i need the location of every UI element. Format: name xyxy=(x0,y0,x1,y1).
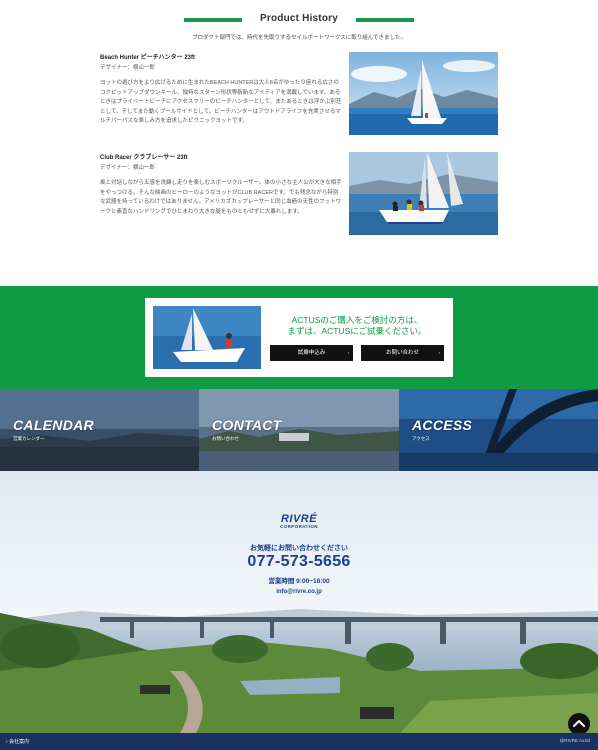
chevron-right-icon: › xyxy=(438,350,440,355)
product-description: 風と対話しながら五感を洗練し走りを楽しむスポーツクルーザー。体の小さな主人公が大… xyxy=(100,180,342,215)
footer: RIVRÉ CORPORATION お気軽にお問い合わせください 077-573… xyxy=(0,471,598,733)
trial-application-button[interactable]: 試乗申込み › xyxy=(270,345,353,361)
trial-banner: ACTUSのご購入をご検討の方は、 まずは、ACTUSにご試乗ください。 試乗申… xyxy=(0,286,598,389)
product-text: Club Racer クラブレーサー 23ft デザイナー：横山一郎 風と対話し… xyxy=(100,152,342,217)
email-link[interactable]: info@rivre.co.jp xyxy=(0,589,598,595)
contact-title: CONTACT xyxy=(212,417,282,433)
logo-sub: CORPORATION xyxy=(280,524,318,529)
trial-banner-box: ACTUSのご購入をご検討の方は、 まずは、ACTUSにご試乗ください。 試乗申… xyxy=(145,298,453,377)
calendar-subtitle: 営業カレンダー xyxy=(13,436,45,441)
product-designer: デザイナー：横山一郎 xyxy=(100,165,155,171)
section-title: Product History xyxy=(259,13,338,24)
beach-hunter-photo xyxy=(349,52,498,135)
access-title: ACCESS xyxy=(412,417,473,433)
chevron-right-icon: › xyxy=(347,350,349,355)
inquiry-button[interactable]: お問い合わせ › xyxy=(361,345,444,361)
section-header: Product History xyxy=(0,13,598,29)
trial-message-line2: まずは、ACTUSにご試乗ください。 xyxy=(287,326,427,336)
link-panels: CALENDAR 営業カレンダー CONTACT お問い合わせ ACCESS ア… xyxy=(0,389,598,471)
product-name: Club Racer クラブレーサー 23ft xyxy=(100,155,188,161)
product-description: ヨットの遊び方をより広げるために生まれたBEACH HUNTERは大人8名がゆっ… xyxy=(100,80,342,124)
header-rule-right xyxy=(356,18,414,22)
contact-prompt: お気軽にお問い合わせください xyxy=(250,545,348,552)
section-lead: プロダクト部門では、時代を先取りするセイルボートワークスに取り組んできました。 xyxy=(191,35,407,41)
bottom-bar: › 会社案内 @RIVRE co.ltd xyxy=(0,733,598,750)
inquiry-label: お問い合わせ xyxy=(385,350,419,356)
back-to-top-button[interactable] xyxy=(568,713,590,735)
product-designer: デザイナー：横山一郎 xyxy=(100,65,155,71)
page: Product History プロダクト部門では、時代を先取りするセイルボート… xyxy=(0,0,598,750)
rivre-logo[interactable]: RIVRÉ CORPORATION xyxy=(0,513,598,529)
company-link-label: 会社案内 xyxy=(9,739,30,745)
trial-application-label: 試乗申込み xyxy=(297,350,326,356)
product-text: Beach Hunter ビーチハンター 23ft デザイナー：横山一郎 ヨット… xyxy=(100,52,342,127)
footer-landscape-photo xyxy=(0,471,598,733)
calendar-panel[interactable]: CALENDAR 営業カレンダー xyxy=(0,389,199,471)
calendar-title: CALENDAR xyxy=(13,417,94,433)
access-subtitle: アクセス xyxy=(412,436,430,441)
phone-number[interactable]: 077-573-5656 xyxy=(0,553,598,571)
business-hours: 営業時間 9:00~18:00 xyxy=(268,578,330,585)
contact-panel[interactable]: CONTACT お問い合わせ xyxy=(199,389,399,471)
product-name: Beach Hunter ビーチハンター 23ft xyxy=(100,55,196,61)
contact-subtitle: お問い合わせ xyxy=(212,436,239,441)
trial-message-line1: ACTUSのご購入をご検討の方は、 xyxy=(291,315,423,325)
banner-sailboat-photo xyxy=(153,306,261,369)
access-panel[interactable]: ACCESS アクセス xyxy=(399,389,598,471)
company-link[interactable]: › 会社案内 xyxy=(6,738,29,745)
copyright: @RIVRE co.ltd xyxy=(559,738,590,743)
trial-message: ACTUSのご購入をご検討の方は、 まずは、ACTUSにご試乗ください。 xyxy=(261,315,453,337)
club-racer-photo xyxy=(349,152,498,235)
chevron-up-icon xyxy=(573,720,585,727)
